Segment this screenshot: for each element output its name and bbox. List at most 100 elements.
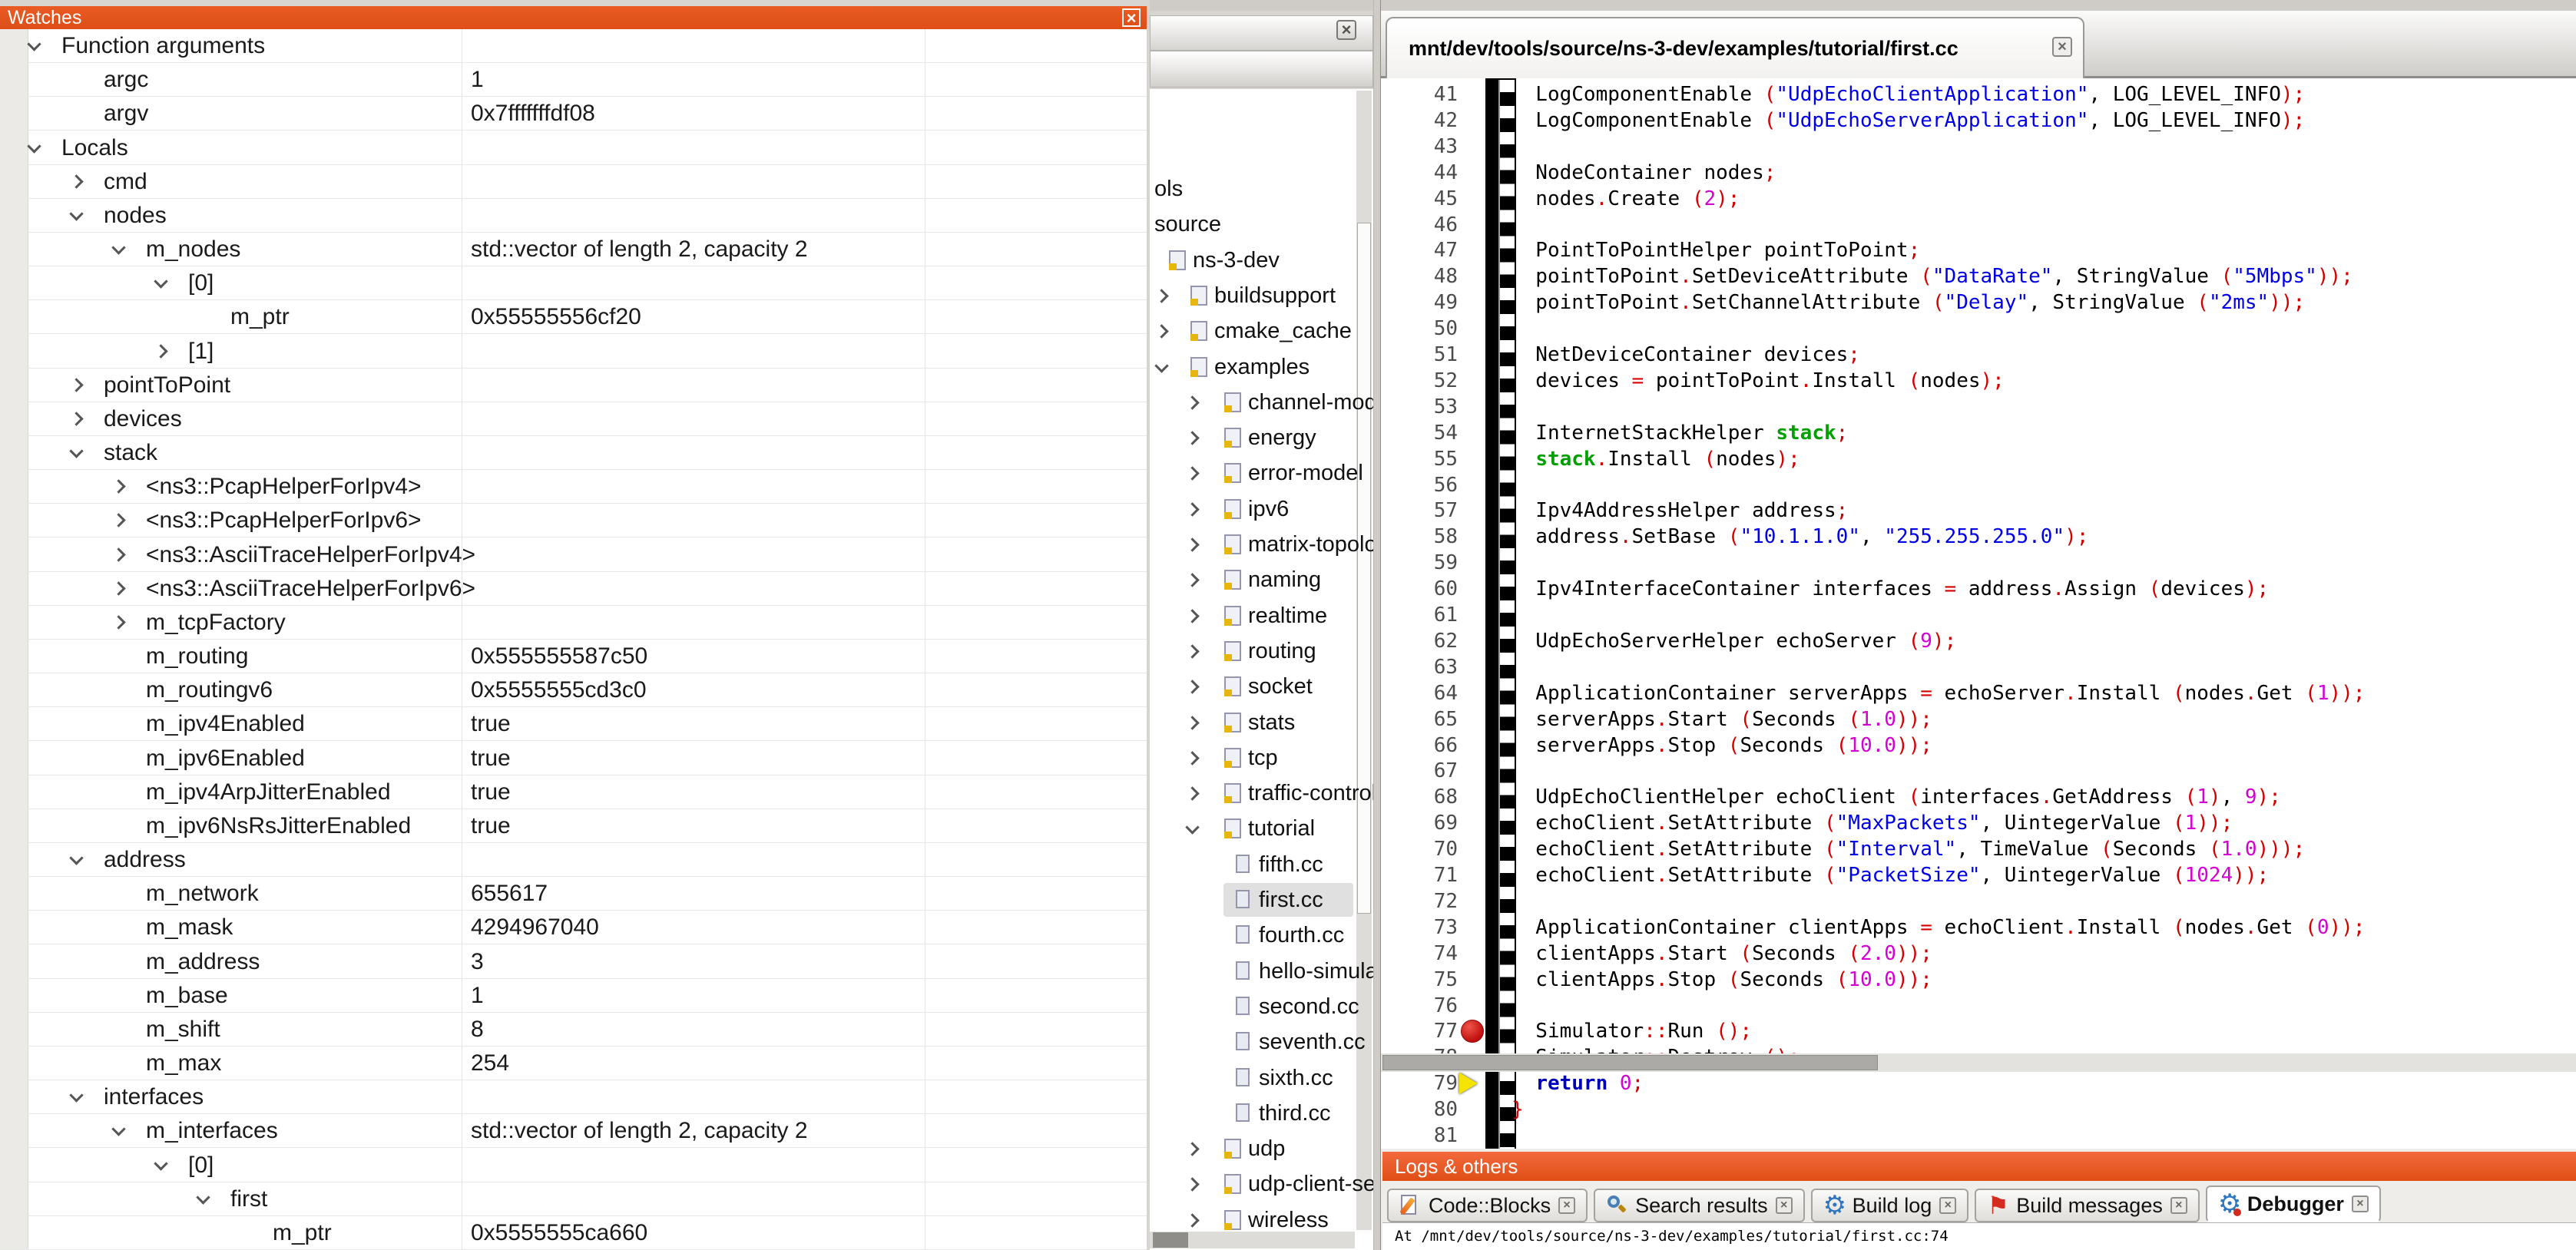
code-line[interactable] [1511,550,2576,576]
log-tab-close-icon[interactable]: × [2170,1197,2187,1214]
line-number[interactable]: 67 [1381,758,1458,784]
line-number[interactable]: 69 [1381,810,1458,836]
watch-row[interactable]: m_routingv60x5555555cd3c0 [0,673,1147,707]
code-line[interactable] [1511,888,2576,914]
line-number[interactable]: 71 [1381,862,1458,888]
line-number[interactable]: 54 [1381,420,1458,446]
chevron-down-icon[interactable] [111,240,125,254]
chevron-right-icon[interactable] [1185,716,1199,729]
chevron-right-icon[interactable] [1185,1178,1199,1192]
watch-row[interactable]: <ns3::PcapHelperForIpv4> [0,470,1147,504]
watches-close-icon[interactable]: × [1122,8,1141,27]
line-number[interactable]: 59 [1381,550,1458,576]
line-number[interactable]: 76 [1381,993,1458,1019]
tree-item-buildsupport[interactable]: buildsupport [1150,279,1373,312]
watch-row[interactable]: address [0,843,1147,877]
chevron-right-icon[interactable] [111,514,125,527]
watch-row[interactable]: <ns3::AsciiTraceHelperForIpv6> [0,572,1147,606]
tree-item-fourth-cc[interactable]: fourth.cc [1150,918,1373,952]
tree-item-tutorial[interactable]: tutorial [1150,812,1373,845]
chevron-down-icon[interactable] [196,1190,210,1204]
line-number[interactable]: 52 [1381,368,1458,394]
code-line[interactable] [1511,654,2576,680]
chevron-right-icon[interactable] [111,480,125,494]
tree-item-first-cc[interactable]: first.cc [1150,883,1373,917]
code-line[interactable]: UdpEchoServerHelper echoServer (9); [1511,628,2576,654]
log-tab-code-blocks[interactable]: Code::Blocks× [1387,1189,1588,1222]
code-line[interactable]: NetDeviceContainer devices; [1511,342,2576,368]
watch-row[interactable]: m_ipv6NsRsJitterEnabledtrue [0,809,1147,843]
watch-row[interactable]: m_routing0x555555587c50 [0,640,1147,673]
line-number[interactable]: 50 [1381,316,1458,342]
tree-item-udp[interactable]: udp [1150,1132,1373,1166]
line-number[interactable]: 41 [1381,81,1458,107]
watch-row[interactable]: [0] [0,1149,1147,1182]
line-number[interactable]: 66 [1381,732,1458,759]
editor-hscroll-thumb[interactable] [1382,1055,1878,1070]
chevron-right-icon[interactable] [69,174,83,188]
log-tab-close-icon[interactable]: × [1939,1197,1956,1214]
chevron-right-icon[interactable] [154,344,167,358]
code-line[interactable]: serverApps.Stop (Seconds (10.0)); [1511,732,2576,759]
line-number[interactable]: 65 [1381,706,1458,732]
watch-row[interactable]: [0] [0,266,1147,300]
watch-row[interactable]: m_nodesstd::vector of length 2, capacity… [0,233,1147,266]
line-number[interactable]: 47 [1381,237,1458,263]
line-number[interactable]: 81 [1381,1123,1458,1149]
chevron-right-icon[interactable] [1185,395,1199,409]
chevron-down-icon[interactable] [27,37,41,51]
watch-row[interactable]: stack [0,436,1147,470]
chevron-right-icon[interactable] [69,412,83,425]
code-line[interactable] [1511,212,2576,238]
tree-item-ns-3-dev[interactable]: ns-3-dev [1150,243,1373,277]
editor-tab-close-icon[interactable]: × [2052,37,2072,57]
log-tab-search-results[interactable]: Search results× [1594,1189,1805,1222]
code-line[interactable]: Ipv4InterfaceContainer interfaces = addr… [1511,576,2576,602]
tree-item-examples[interactable]: examples [1150,350,1373,384]
watch-row[interactable]: <ns3::PcapHelperForIpv6> [0,504,1147,537]
line-number[interactable]: 53 [1381,394,1458,420]
watch-row[interactable]: m_shift8 [0,1013,1147,1047]
line-number[interactable]: 58 [1381,524,1458,550]
line-number[interactable]: 49 [1381,289,1458,316]
code-line[interactable]: LogComponentEnable ("UdpEchoClientApplic… [1511,81,2576,107]
code-line[interactable]: clientApps.Stop (Seconds (10.0)); [1511,967,2576,993]
watch-row[interactable]: pointToPoint [0,369,1147,402]
tree-item-ols[interactable]: ols [1150,172,1373,206]
line-number[interactable]: 63 [1381,654,1458,680]
chevron-down-icon[interactable] [154,1156,167,1170]
line-number[interactable]: 51 [1381,342,1458,368]
line-number[interactable]: 73 [1381,914,1458,941]
chevron-down-icon[interactable] [1154,359,1168,372]
code-line[interactable] [1511,394,2576,420]
editor-horizontal-scrollbar[interactable] [1381,1053,2576,1072]
line-number[interactable]: 43 [1381,134,1458,160]
line-number[interactable]: 42 [1381,107,1458,134]
watch-row[interactable]: argv0x7fffffffdf08 [0,97,1147,131]
tree-item-hello-simulator[interactable]: hello-simulator [1150,954,1373,988]
breakpoint-marker-icon[interactable] [1461,1020,1484,1043]
code-line[interactable] [1511,472,2576,498]
chevron-down-icon[interactable] [154,274,167,288]
chevron-right-icon[interactable] [111,615,125,629]
chevron-right-icon[interactable] [111,581,125,595]
chevron-right-icon[interactable] [1185,609,1199,623]
code-line[interactable]: echoClient.SetAttribute ("Interval", Tim… [1511,836,2576,862]
line-number[interactable]: 74 [1381,941,1458,967]
management-close-icon[interactable]: × [1336,20,1356,40]
tree-item-energy[interactable]: energy [1150,421,1373,455]
code-line[interactable]: PointToPointHelper pointToPoint; [1511,237,2576,263]
code-line[interactable]: address.SetBase ("10.1.1.0", "255.255.25… [1511,524,2576,550]
chevron-right-icon[interactable] [1185,467,1199,481]
log-tab-close-icon[interactable]: × [1558,1197,1575,1214]
code-line[interactable]: pointToPoint.SetChannelAttribute ("Delay… [1511,289,2576,316]
watch-row[interactable]: argc1 [0,63,1147,97]
chevron-right-icon[interactable] [1185,680,1199,693]
chevron-down-icon[interactable] [69,207,83,220]
watch-row[interactable]: m_ipv4Enabledtrue [0,707,1147,741]
code-line[interactable]: echoClient.SetAttribute ("MaxPackets", U… [1511,810,2576,836]
line-number[interactable]: 70 [1381,836,1458,862]
line-number[interactable]: 56 [1381,472,1458,498]
tree-item-sixth-cc[interactable]: sixth.cc [1150,1061,1373,1095]
editor-tab-first-cc[interactable]: mnt/dev/tools/source/ns-3-dev/examples/t… [1386,17,2084,78]
